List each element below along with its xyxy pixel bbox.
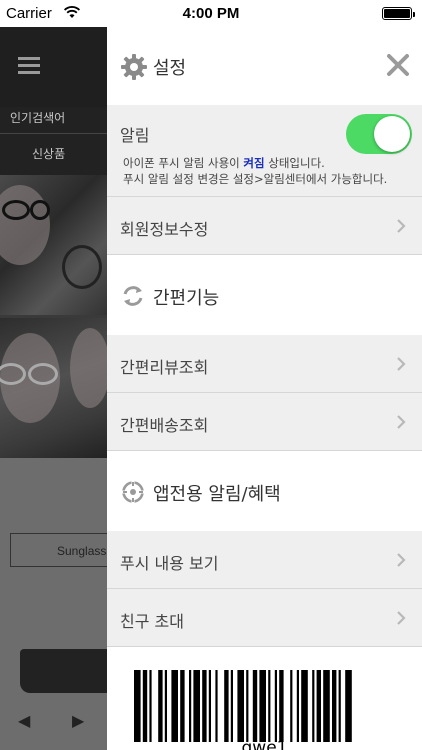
- chevron-right-icon: [397, 357, 406, 371]
- product-image: [20, 649, 107, 693]
- barcode-bar: [252, 670, 258, 742]
- nav-divider: [0, 133, 107, 134]
- barcode-bar: [345, 670, 352, 742]
- model-photo-2: [0, 318, 107, 458]
- barcode-bar: [312, 670, 315, 742]
- target-icon: [121, 480, 145, 504]
- chevron-right-icon: [397, 611, 406, 625]
- toggle-knob: [374, 116, 410, 152]
- quick-delivery-label: 간편배송조회: [120, 416, 209, 435]
- refresh-icon: [123, 286, 143, 306]
- panel-header: 설정: [107, 27, 422, 105]
- barcode-bar: [189, 670, 192, 742]
- notification-row: 알림 아이폰 푸시 알림 사용이 켜짐 상태입니다. 푸시 알림 설정 변경은 …: [107, 105, 422, 197]
- settings-panel: 설정 알림 아이폰 푸시 알림 사용이 켜짐 상태입니다. 푸시 알림 설정 변…: [107, 27, 422, 750]
- quick-section-header: 간편기능: [107, 255, 422, 335]
- next-arrow-icon[interactable]: ▶: [72, 711, 84, 730]
- sunglass-category[interactable]: Sunglass: [10, 533, 107, 567]
- app-section-title: 앱전용 알림/혜택: [153, 484, 281, 505]
- notification-label: 알림: [120, 126, 150, 145]
- status-bar: Carrier 4:00 PM: [0, 0, 422, 27]
- barcode-bar: [237, 670, 244, 742]
- barcode-bar: [301, 670, 308, 742]
- push-status: 켜짐: [243, 156, 265, 170]
- push-history-label: 푸시 내용 보기: [120, 554, 219, 573]
- gear-icon: [121, 54, 147, 80]
- barcode-bar: [274, 670, 277, 742]
- battery-icon: [382, 7, 415, 20]
- member-barcode: qwe1: [107, 647, 422, 750]
- panel-title: 설정: [153, 58, 187, 79]
- quick-review-row[interactable]: 간편리뷰조회: [107, 335, 422, 393]
- quick-delivery-row[interactable]: 간편배송조회: [107, 393, 422, 451]
- nav-new-products[interactable]: 신상품: [32, 145, 65, 162]
- push-desc-prefix: 아이폰 푸시 알림 사용이: [123, 156, 244, 170]
- barcode-bar: [246, 670, 249, 742]
- barcode-bar: [158, 670, 163, 742]
- background-photos: [0, 175, 107, 458]
- background-nav: 인기검색어 신상품: [0, 107, 107, 175]
- barcode-bar: [134, 670, 141, 742]
- prev-arrow-icon[interactable]: ◀: [18, 711, 30, 730]
- chevron-right-icon: [397, 553, 406, 567]
- close-icon[interactable]: [386, 53, 410, 77]
- barcode-bar: [180, 670, 185, 742]
- push-desc-line2: 푸시 알림 설정 변경은 설정>알림센터에서 가능합니다.: [123, 172, 388, 186]
- barcode-bar: [332, 670, 337, 742]
- hamburger-menu-icon[interactable]: [18, 57, 40, 74]
- sunglass-label: Sunglass: [57, 544, 107, 558]
- barcode-bar: [338, 670, 341, 742]
- barcode-text: qwe1: [241, 738, 288, 750]
- barcode-bar: [149, 670, 152, 742]
- barcode-bar: [208, 670, 211, 742]
- barcode-bar: [193, 670, 200, 742]
- invite-friend-label: 친구 초대: [120, 612, 184, 631]
- barcode-bar: [171, 670, 178, 742]
- background-app: 인기검색어 신상품 Sunglass ◀ ▶: [0, 27, 107, 750]
- notification-toggle[interactable]: [346, 114, 412, 154]
- model-photo-1: [0, 175, 107, 315]
- quick-review-label: 간편리뷰조회: [120, 358, 209, 377]
- barcode-bar: [323, 670, 330, 742]
- barcode-bar: [224, 670, 229, 742]
- barcode-bar: [259, 670, 266, 742]
- member-edit-row[interactable]: 회원정보수정: [107, 197, 422, 255]
- barcode-bar: [290, 670, 293, 742]
- barcode-bar: [279, 670, 284, 742]
- barcode-bar: [316, 670, 321, 742]
- barcode-bar: [164, 670, 167, 742]
- barcode-bar: [296, 670, 299, 742]
- barcode-bar: [202, 670, 207, 742]
- nav-popular-search[interactable]: 인기검색어: [10, 109, 65, 126]
- barcode-bar: [230, 670, 233, 742]
- barcode-image: [134, 670, 352, 742]
- app-section-header: 앱전용 알림/혜택: [107, 451, 422, 531]
- chevron-right-icon: [397, 219, 406, 233]
- push-history-row[interactable]: 푸시 내용 보기: [107, 531, 422, 589]
- barcode-bar: [142, 670, 148, 742]
- quick-section-title: 간편기능: [153, 288, 220, 309]
- member-edit-label: 회원정보수정: [120, 220, 209, 239]
- invite-friend-row[interactable]: 친구 초대: [107, 589, 422, 647]
- chevron-right-icon: [397, 415, 406, 429]
- barcode-bar: [215, 670, 218, 742]
- push-description: 아이폰 푸시 알림 사용이 켜짐 상태입니다. 푸시 알림 설정 변경은 설정>…: [123, 155, 387, 187]
- status-time: 4:00 PM: [182, 5, 240, 22]
- push-desc-suffix: 상태입니다.: [264, 156, 325, 170]
- background-header: [0, 27, 107, 107]
- barcode-bar: [268, 670, 271, 742]
